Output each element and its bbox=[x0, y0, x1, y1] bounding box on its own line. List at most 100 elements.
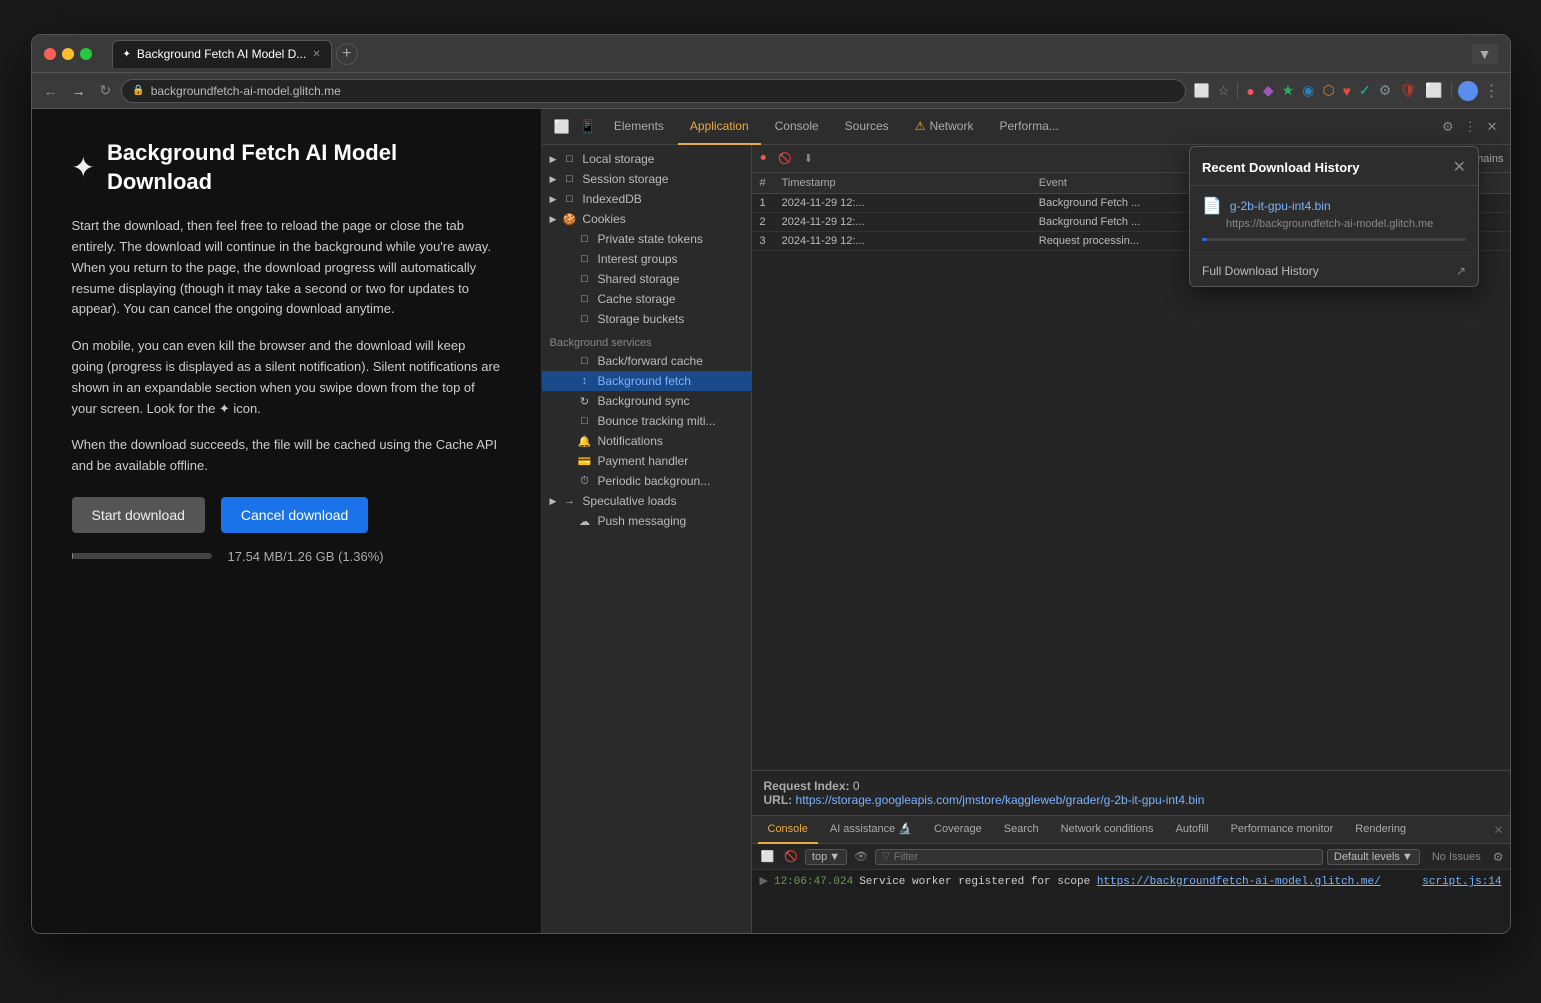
popup-close-button[interactable]: ✕ bbox=[1453, 157, 1466, 177]
devtools-inspect-icon[interactable]: ⬜ bbox=[550, 117, 574, 137]
address-bar[interactable]: 🔒 backgroundfetch-ai-model.glitch.me bbox=[121, 79, 1185, 103]
tab-bar: ✦ Background Fetch AI Model D... ✕ + bbox=[112, 40, 1464, 68]
new-tab-button[interactable]: + bbox=[336, 43, 358, 65]
tab-close-icon[interactable]: ✕ bbox=[312, 49, 320, 60]
ext-icon-5[interactable]: ⬡ bbox=[1320, 80, 1336, 101]
sidebar-item-private-state[interactable]: □ Private state tokens bbox=[542, 229, 751, 249]
console-link[interactable]: https://backgroundfetch-ai-model.glitch.… bbox=[1097, 876, 1381, 888]
devtools-device-icon[interactable]: 📱 bbox=[576, 117, 600, 137]
sidebar-item-shared-storage[interactable]: □ Shared storage bbox=[542, 269, 751, 289]
back-button[interactable]: ← bbox=[40, 81, 62, 101]
sidebar-item-notifications[interactable]: 🔔 Notifications bbox=[542, 431, 751, 451]
console-file-link[interactable]: script.js:14 bbox=[1422, 874, 1501, 892]
fetch-icon: ↕ bbox=[578, 375, 592, 387]
page-icon: ✦ bbox=[72, 151, 95, 184]
console-tab-search[interactable]: Search bbox=[994, 816, 1049, 844]
maximize-button[interactable] bbox=[80, 48, 92, 60]
console-panel: Console AI assistance 🔬 Coverage Search bbox=[752, 815, 1510, 934]
devtools-more-icon[interactable]: ⋮ bbox=[1460, 117, 1481, 137]
sidebar-item-periodic-bg[interactable]: ⏱ Periodic backgroun... bbox=[542, 471, 751, 491]
close-button[interactable] bbox=[44, 48, 56, 60]
filter-icon: ▽ bbox=[882, 851, 890, 862]
dt-tab-application[interactable]: Application bbox=[678, 109, 761, 145]
sidebar-item-cookies[interactable]: ▶ 🍪 Cookies bbox=[542, 209, 751, 229]
devtools-settings-icon[interactable]: ⚙ bbox=[1438, 117, 1458, 137]
bookmark-icon[interactable]: ☆ bbox=[1216, 81, 1232, 101]
console-sidebar-icon[interactable]: ⬜ bbox=[758, 849, 778, 864]
sidebar-item-interest-groups[interactable]: □ Interest groups bbox=[542, 249, 751, 269]
minimize-button[interactable] bbox=[62, 48, 74, 60]
description-para-2: On mobile, you can even kill the browser… bbox=[72, 336, 501, 419]
console-tab-rendering[interactable]: Rendering bbox=[1345, 816, 1416, 844]
tab-title: Background Fetch AI Model D... bbox=[137, 47, 306, 61]
ext-icon-9[interactable]: 🛡 bbox=[1397, 80, 1419, 101]
ext-icon-4[interactable]: ◉ bbox=[1300, 80, 1316, 101]
sidebar-item-bounce-tracking[interactable]: □ Bounce tracking miti... bbox=[542, 411, 751, 431]
sidebar-item-indexeddb[interactable]: ▶ □ IndexedDB bbox=[542, 189, 751, 209]
sidebar-item-payment-handler[interactable]: 💳 Payment handler bbox=[542, 451, 751, 471]
start-download-button[interactable]: Start download bbox=[72, 497, 205, 533]
ext-icon-10[interactable]: ⬜ bbox=[1423, 80, 1444, 101]
filter-box[interactable]: ▽ bbox=[875, 849, 1323, 865]
ext-icon-8[interactable]: ⚙ bbox=[1377, 80, 1394, 101]
ext-icon-1[interactable]: ● bbox=[1244, 81, 1256, 101]
download-filename[interactable]: g-2b-it-gpu-int4.bin bbox=[1230, 199, 1331, 213]
page-description: Start the download, then feel free to re… bbox=[72, 216, 501, 477]
periodic-icon: ⏱ bbox=[578, 475, 592, 488]
screen-cast-icon[interactable]: ⬜ bbox=[1192, 81, 1212, 101]
sidebar-item-storage-buckets[interactable]: □ Storage buckets bbox=[542, 309, 751, 329]
storage-icon: □ bbox=[562, 153, 576, 165]
console-eye-icon[interactable]: 👁 bbox=[851, 849, 871, 864]
filter-input[interactable] bbox=[894, 851, 954, 863]
dt-tab-network[interactable]: ⚠Network bbox=[903, 109, 986, 145]
ext-icon-6[interactable]: ♥ bbox=[1341, 81, 1353, 101]
sidebar-item-session-storage[interactable]: ▶ □ Session storage bbox=[542, 169, 751, 189]
nav-bar: ← → ↻ 🔒 backgroundfetch-ai-model.glitch.… bbox=[32, 73, 1510, 109]
tab-favicon: ✦ bbox=[123, 49, 131, 60]
full-download-history-button[interactable]: Full Download History ↗ bbox=[1190, 256, 1478, 286]
sidebar-item-back-forward[interactable]: □ Back/forward cache bbox=[542, 351, 751, 371]
sidebar-item-push-messaging[interactable]: ☁ Push messaging bbox=[542, 511, 751, 531]
console-settings-icon[interactable]: ⚙ bbox=[1493, 850, 1504, 864]
dt-tab-console[interactable]: Console bbox=[763, 109, 831, 145]
console-tab-network-conditions[interactable]: Network conditions bbox=[1051, 816, 1164, 844]
console-tabs: Console AI assistance 🔬 Coverage Search bbox=[752, 816, 1510, 844]
console-clear-icon[interactable]: 🚫 bbox=[781, 849, 801, 864]
console-tab-console[interactable]: Console bbox=[758, 816, 818, 844]
sidebar-item-bg-fetch[interactable]: ↕ Background fetch bbox=[542, 371, 751, 391]
ext-icon-3[interactable]: ★ bbox=[1280, 80, 1297, 101]
row-timestamp: 2024-11-29 12:... bbox=[774, 213, 1031, 232]
default-levels-selector[interactable]: Default levels ▼ bbox=[1327, 849, 1420, 865]
webpage-panel: ✦ Background Fetch AI Model Download Sta… bbox=[32, 109, 542, 934]
active-tab[interactable]: ✦ Background Fetch AI Model D... ✕ bbox=[112, 40, 332, 68]
clear-button[interactable]: 🚫 bbox=[775, 151, 795, 166]
ext-icon-2[interactable]: ◆ bbox=[1261, 80, 1276, 101]
sidebar-item-cache-storage[interactable]: □ Cache storage bbox=[542, 289, 751, 309]
console-tab-ai[interactable]: AI assistance 🔬 bbox=[820, 816, 922, 844]
forward-button[interactable]: → bbox=[68, 81, 90, 101]
console-tab-coverage[interactable]: Coverage bbox=[924, 816, 992, 844]
console-tab-perf-monitor[interactable]: Performance monitor bbox=[1221, 816, 1344, 844]
sidebar-item-speculative[interactable]: ▶ → Speculative loads bbox=[542, 491, 751, 511]
record-button[interactable]: ⏺ bbox=[758, 151, 770, 166]
download-history-popup: Recent Download History ✕ 📄 g-2b-it-gpu-… bbox=[1189, 146, 1479, 287]
console-toolbar: ⬜ 🚫 top ▼ 👁 ▽ bbox=[752, 844, 1510, 870]
console-context-selector[interactable]: top ▼ bbox=[805, 849, 847, 865]
devtools-close-icon[interactable]: ✕ bbox=[1483, 117, 1502, 137]
dt-tab-elements[interactable]: Elements bbox=[602, 109, 676, 145]
dt-tab-performance[interactable]: Performa... bbox=[987, 109, 1070, 145]
menu-icon[interactable]: ⋮ bbox=[1482, 79, 1502, 103]
ext-icon-7[interactable]: ✓ bbox=[1357, 80, 1373, 101]
tab-expand-button[interactable]: ▼ bbox=[1472, 44, 1498, 64]
sidebar-item-local-storage[interactable]: ▶ □ Local storage bbox=[542, 149, 751, 169]
download-log-button[interactable]: ⬇ bbox=[801, 151, 816, 166]
sidebar-item-bg-sync[interactable]: ↻ Background sync bbox=[542, 391, 751, 411]
profile-icon[interactable] bbox=[1458, 81, 1478, 101]
refresh-button[interactable]: ↻ bbox=[96, 80, 116, 101]
console-close-icon[interactable]: ✕ bbox=[1493, 823, 1503, 837]
col-timestamp: Timestamp bbox=[774, 173, 1031, 194]
cancel-download-button[interactable]: Cancel download bbox=[221, 497, 368, 533]
console-expand-icon[interactable]: ▶ bbox=[760, 874, 768, 892]
console-tab-autofill[interactable]: Autofill bbox=[1166, 816, 1219, 844]
dt-tab-sources[interactable]: Sources bbox=[833, 109, 901, 145]
